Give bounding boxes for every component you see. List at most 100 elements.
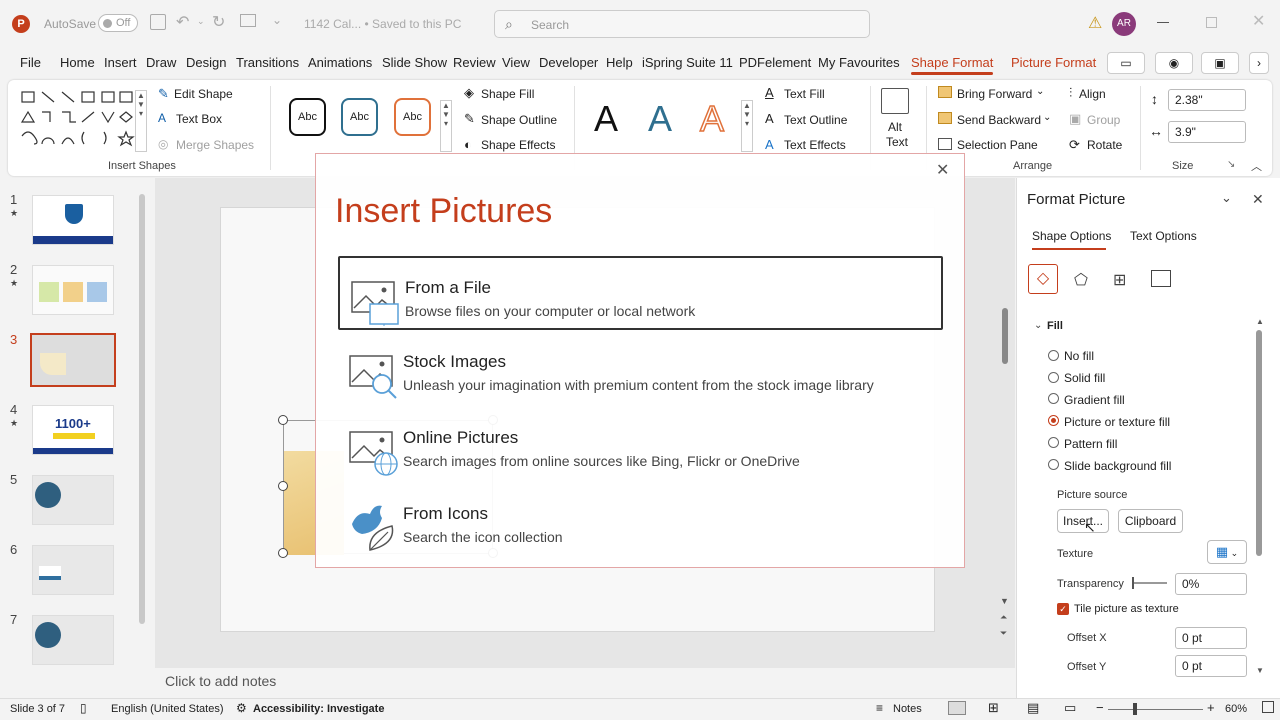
chevron-down-icon[interactable]: ⌄ [1036, 86, 1044, 97]
radio-gradient-fill[interactable] [1048, 393, 1059, 404]
prev-slide-icon[interactable]: ⏶ [1000, 612, 1007, 623]
fill-line-tab[interactable]: ◇ [1028, 264, 1058, 294]
alt-text-button[interactable]: Alt Text [878, 86, 914, 149]
tab-animations[interactable]: Animations [308, 48, 372, 78]
restore-icon[interactable] [1206, 17, 1217, 28]
style-sample-orange[interactable]: Abc [394, 98, 431, 136]
text-outline-button[interactable]: Text Outline [784, 113, 847, 127]
pane-options-chevron-icon[interactable]: ⌄ [1221, 190, 1232, 206]
zoom-in-icon[interactable]: + [1207, 700, 1215, 715]
tab-design[interactable]: Design [186, 48, 226, 78]
transparency-slider[interactable] [1132, 577, 1167, 589]
slide-thumbnail-5[interactable] [32, 475, 114, 525]
reading-view-icon[interactable]: ▤ [1027, 700, 1039, 716]
language[interactable]: English (United States) [111, 703, 224, 715]
resize-handle[interactable] [278, 481, 288, 491]
present-teams-icon[interactable]: ▣ [1201, 52, 1239, 74]
radio-pattern-fill[interactable] [1048, 437, 1059, 448]
picture-icon[interactable] [1151, 270, 1171, 287]
height-input[interactable]: 2.38" [1168, 89, 1246, 111]
chevron-down-icon[interactable]: ⌄ [1034, 320, 1042, 331]
record-icon[interactable]: ◉ [1155, 52, 1193, 74]
slide-thumbnail-4[interactable]: 1100+ [32, 405, 114, 455]
radio-slide-background-fill[interactable] [1048, 459, 1059, 470]
wordart-scroll[interactable]: ▲ ▼ ▾ [741, 100, 753, 152]
slide-sorter-icon[interactable]: ⊞ [988, 700, 999, 716]
workspace-scrollbar[interactable] [1002, 308, 1008, 364]
thumbnails-scrollbar[interactable] [139, 194, 145, 624]
option-from-a-file[interactable]: From a File Browse files on your compute… [338, 256, 943, 330]
scroll-up-icon[interactable]: ▲ [1256, 317, 1264, 326]
edit-shape-button[interactable]: Edit Shape [174, 87, 233, 101]
offset-y-input[interactable]: 0 pt [1175, 655, 1247, 677]
ribbon-more-icon[interactable]: › [1249, 52, 1269, 74]
radio-no-fill[interactable] [1048, 350, 1059, 361]
slide-thumbnail-1[interactable] [32, 195, 114, 245]
width-input[interactable]: 3.9" [1168, 121, 1246, 143]
wordart-blue[interactable]: A [648, 98, 672, 140]
tab-home[interactable]: Home [60, 48, 95, 78]
text-fill-button[interactable]: Text Fill [784, 87, 825, 101]
tab-developer[interactable]: Developer [539, 48, 598, 78]
resize-handle[interactable] [278, 548, 288, 558]
slide-show-icon[interactable]: ▭ [1064, 700, 1076, 716]
offset-x-input[interactable]: 0 pt [1175, 627, 1247, 649]
minimize-icon[interactable] [1157, 22, 1169, 23]
notes-area[interactable]: Click to add notes [155, 668, 1015, 696]
size-properties-icon[interactable]: ⊞ [1113, 270, 1126, 290]
search-box[interactable]: ⌕ Search [494, 10, 870, 38]
present-icon[interactable] [240, 14, 256, 27]
fill-section-header[interactable]: Fill [1047, 320, 1063, 332]
tab-slide-show[interactable]: Slide Show [382, 48, 447, 78]
chevron-down-icon[interactable]: ⌄ [1043, 112, 1051, 123]
undo-icon[interactable]: ↶ [176, 12, 189, 32]
radio-picture-texture-fill[interactable] [1048, 415, 1059, 426]
style-sample-blue[interactable]: Abc [341, 98, 378, 136]
normal-view-icon[interactable] [948, 701, 966, 715]
chevron-down-icon[interactable]: ⌄ [197, 16, 205, 27]
send-backward-button[interactable]: Send Backward [957, 113, 1041, 127]
close-icon[interactable]: ✕ [936, 160, 949, 180]
tab-pdfelement[interactable]: PDFelement [739, 48, 811, 78]
zoom-level[interactable]: 60% [1225, 703, 1247, 715]
zoom-slider[interactable] [1108, 703, 1203, 715]
resize-handle[interactable] [278, 415, 288, 425]
close-icon[interactable]: ✕ [1252, 191, 1264, 208]
tab-shape-options[interactable]: Shape Options [1032, 229, 1111, 243]
scroll-down-icon[interactable]: ▼ [1000, 596, 1009, 606]
style-sample-black[interactable]: Abc [289, 98, 326, 136]
customize-qat-icon[interactable]: ⌄ [272, 13, 282, 27]
slider-thumb[interactable] [1132, 577, 1134, 589]
warning-icon[interactable]: ⚠ [1088, 13, 1102, 33]
avatar[interactable]: AR [1112, 12, 1136, 36]
tab-review[interactable]: Review [453, 48, 496, 78]
redo-icon[interactable]: ↻ [212, 12, 225, 32]
transparency-input[interactable]: 0% [1175, 573, 1247, 595]
texture-picker[interactable]: ▦ ⌄ [1207, 540, 1247, 564]
tab-shape-format[interactable]: Shape Format [911, 48, 994, 78]
collapse-ribbon-icon[interactable]: ︿ [1251, 158, 1262, 174]
wordart-black[interactable]: A [594, 98, 618, 140]
save-icon[interactable] [150, 14, 166, 30]
close-icon[interactable]: ✕ [1252, 11, 1265, 31]
text-box-button[interactable]: Text Box [176, 112, 222, 126]
scroll-down-icon[interactable]: ▼ [1256, 666, 1264, 675]
next-slide-icon[interactable]: ⏷ [1000, 628, 1007, 639]
slide-thumbnail-7[interactable] [32, 615, 114, 665]
text-effects-button[interactable]: Text Effects [784, 138, 846, 152]
slide-thumbnail-6[interactable] [32, 545, 114, 595]
shape-fill-button[interactable]: Shape Fill [481, 87, 534, 101]
tab-help[interactable]: Help [606, 48, 633, 78]
merge-shapes-button[interactable]: Merge Shapes [176, 138, 254, 152]
radio-solid-fill[interactable] [1048, 372, 1059, 383]
autosave-toggle[interactable]: Off [98, 14, 138, 32]
tab-transitions[interactable]: Transitions [236, 48, 299, 78]
tab-insert[interactable]: Insert [104, 48, 137, 78]
tab-ispring[interactable]: iSpring Suite 11 [642, 48, 733, 78]
align-button[interactable]: Align [1079, 87, 1106, 101]
shape-styles-scroll[interactable]: ▲ ▼ ▾ [440, 100, 452, 152]
tab-file[interactable]: File [20, 48, 41, 78]
pentagon-effects-icon[interactable]: ⬠ [1074, 270, 1088, 290]
dialog-launcher-icon[interactable]: ↘ [1227, 159, 1235, 170]
slide-thumbnail-2[interactable] [32, 265, 114, 315]
